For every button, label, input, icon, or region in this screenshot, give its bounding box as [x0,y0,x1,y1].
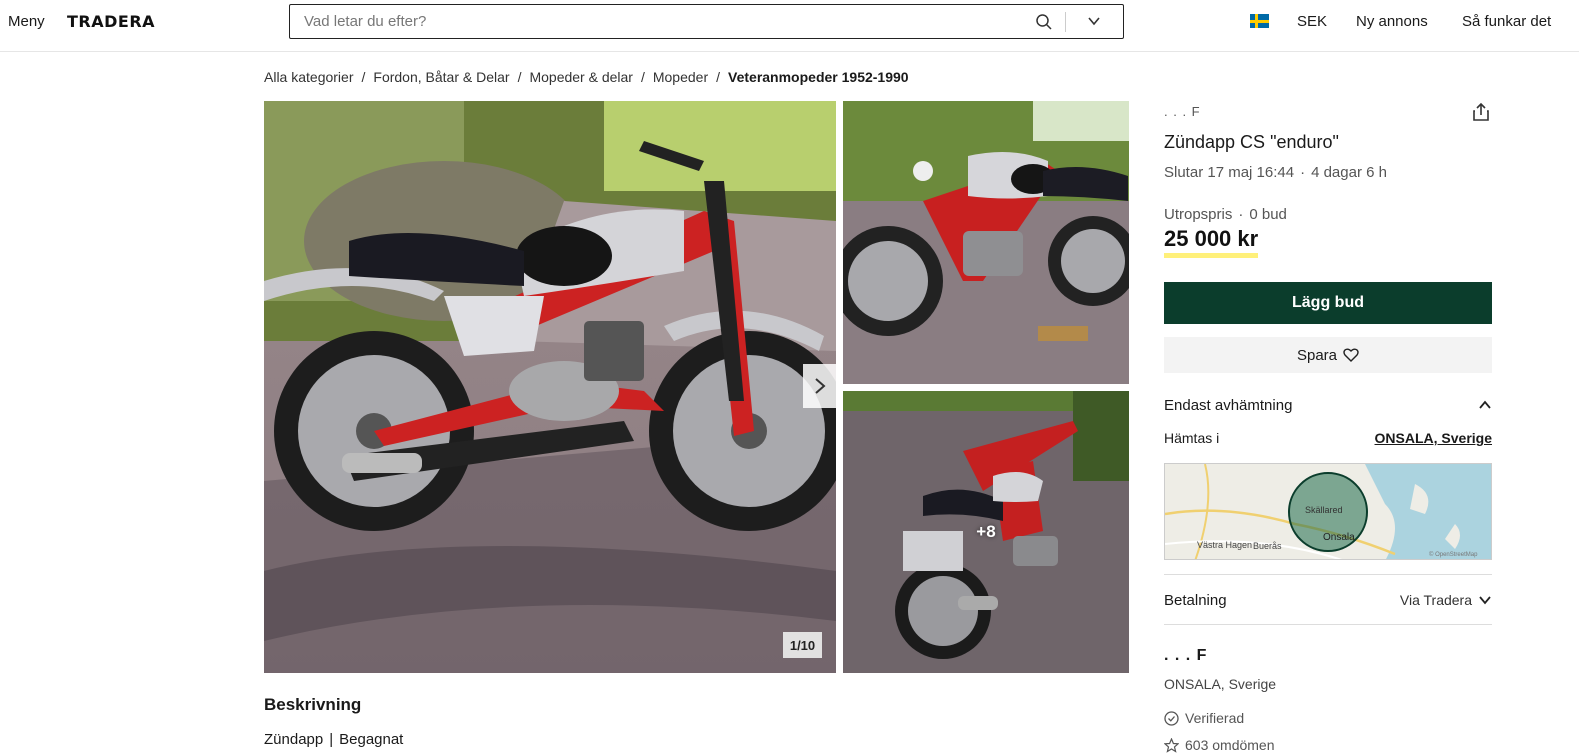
brand-label: Zündapp [264,731,324,748]
verified-badge: Verifierad [1164,710,1492,726]
pickup-label: Endast avhämtning [1164,396,1293,414]
pickup-location-row: Hämtas i ONSALA, Sverige [1164,430,1492,446]
seller-location: ONSALA, Sverige [1164,676,1277,692]
payment-label: Betalning [1164,591,1227,609]
price-info: Utropspris · 0 bud [1164,206,1287,223]
description-heading: Beskrivning [264,695,362,714]
pickup-location-label: Hämtas i [1164,430,1220,446]
main-product-image[interactable] [264,101,836,673]
search-divider [1065,12,1066,32]
chevron-up-icon[interactable] [1478,400,1492,410]
star-icon [1164,737,1179,753]
condition-label: Begagnat [339,731,404,748]
thumbnail-image[interactable] [843,101,1129,384]
listing-title: Zündapp CS "enduro" [1164,132,1339,152]
search-icon[interactable] [1035,13,1053,31]
breadcrumb-current[interactable]: Veteranmopeder 1952-1990 [728,69,909,85]
save-label: Spara [1296,346,1338,364]
top-header: Meny TRADERA SEK Ny annons Så funkar det [0,0,1579,52]
price-value: 25 000 kr [1164,226,1492,258]
search-input[interactable] [304,13,1004,30]
place-bid-button[interactable]: Lägg bud [1164,282,1492,324]
breadcrumb-item[interactable]: Alla kategorier [264,69,354,85]
heart-icon [1343,348,1359,362]
breadcrumb-item[interactable]: Mopeder & delar [529,69,633,85]
auction-end: Slutar 17 maj 16:44 · 4 dagar 6 h [1164,164,1387,181]
more-images-label[interactable]: +8 [843,391,1129,673]
chevron-down-icon[interactable] [1087,14,1101,28]
seller-reviews[interactable]: 603 omdömen [1164,737,1492,753]
end-date: Slutar 17 maj 16:44 [1164,164,1295,181]
tradera-logo[interactable]: TRADERA [67,12,155,31]
map-label: Skällared [1305,505,1343,515]
breadcrumb-item[interactable]: Fordon, Båtar & Delar [373,69,509,85]
chevron-down-icon[interactable] [1478,595,1492,605]
seller-short-name[interactable]: . . . F [1164,104,1492,119]
how-it-works-link[interactable]: Så funkar det [1462,13,1551,30]
currency-selector[interactable]: SEK [1297,13,1327,30]
image-counter: 1/10 [783,632,822,658]
menu-button[interactable]: Meny [8,13,45,30]
save-button[interactable]: Spara [1164,337,1492,373]
payment-value: Via Tradera [1400,592,1492,608]
thumbnail-image-more[interactable]: +8 [843,391,1129,673]
map-attribution: © OpenStreetMap [1429,551,1478,558]
chevron-right-icon [814,378,826,394]
map-label: Västra Hagen [1197,540,1252,550]
sweden-flag-icon[interactable] [1250,14,1269,28]
map-label: Buerås [1253,541,1282,551]
share-icon[interactable] [1472,102,1490,122]
time-left: 4 dagar 6 h [1311,164,1387,181]
description-attributes: Zündapp | Begagnat [264,731,404,748]
new-listing-link[interactable]: Ny annons [1356,13,1428,30]
next-image-button[interactable] [803,364,836,408]
divider [1164,574,1492,575]
location-map[interactable]: Skällared Onsala Västra Hagen Buerås © O… [1164,463,1492,560]
payment-row[interactable]: Betalning Via Tradera [1164,590,1492,610]
bid-count: 0 bud [1249,206,1287,223]
breadcrumb-item[interactable]: Mopeder [653,69,708,85]
map-label: Onsala [1323,532,1355,543]
search-bar [289,4,1124,39]
seller-name[interactable]: . . . F [1164,647,1492,665]
divider [1164,624,1492,625]
pickup-location-link[interactable]: ONSALA, Sverige [1375,430,1492,446]
check-badge-icon [1164,710,1179,726]
breadcrumb: Alla kategorier / Fordon, Båtar & Delar / … [264,69,909,85]
pickup-section-header[interactable]: Endast avhämtning [1164,395,1492,415]
price-type-label: Utropspris [1164,206,1233,223]
